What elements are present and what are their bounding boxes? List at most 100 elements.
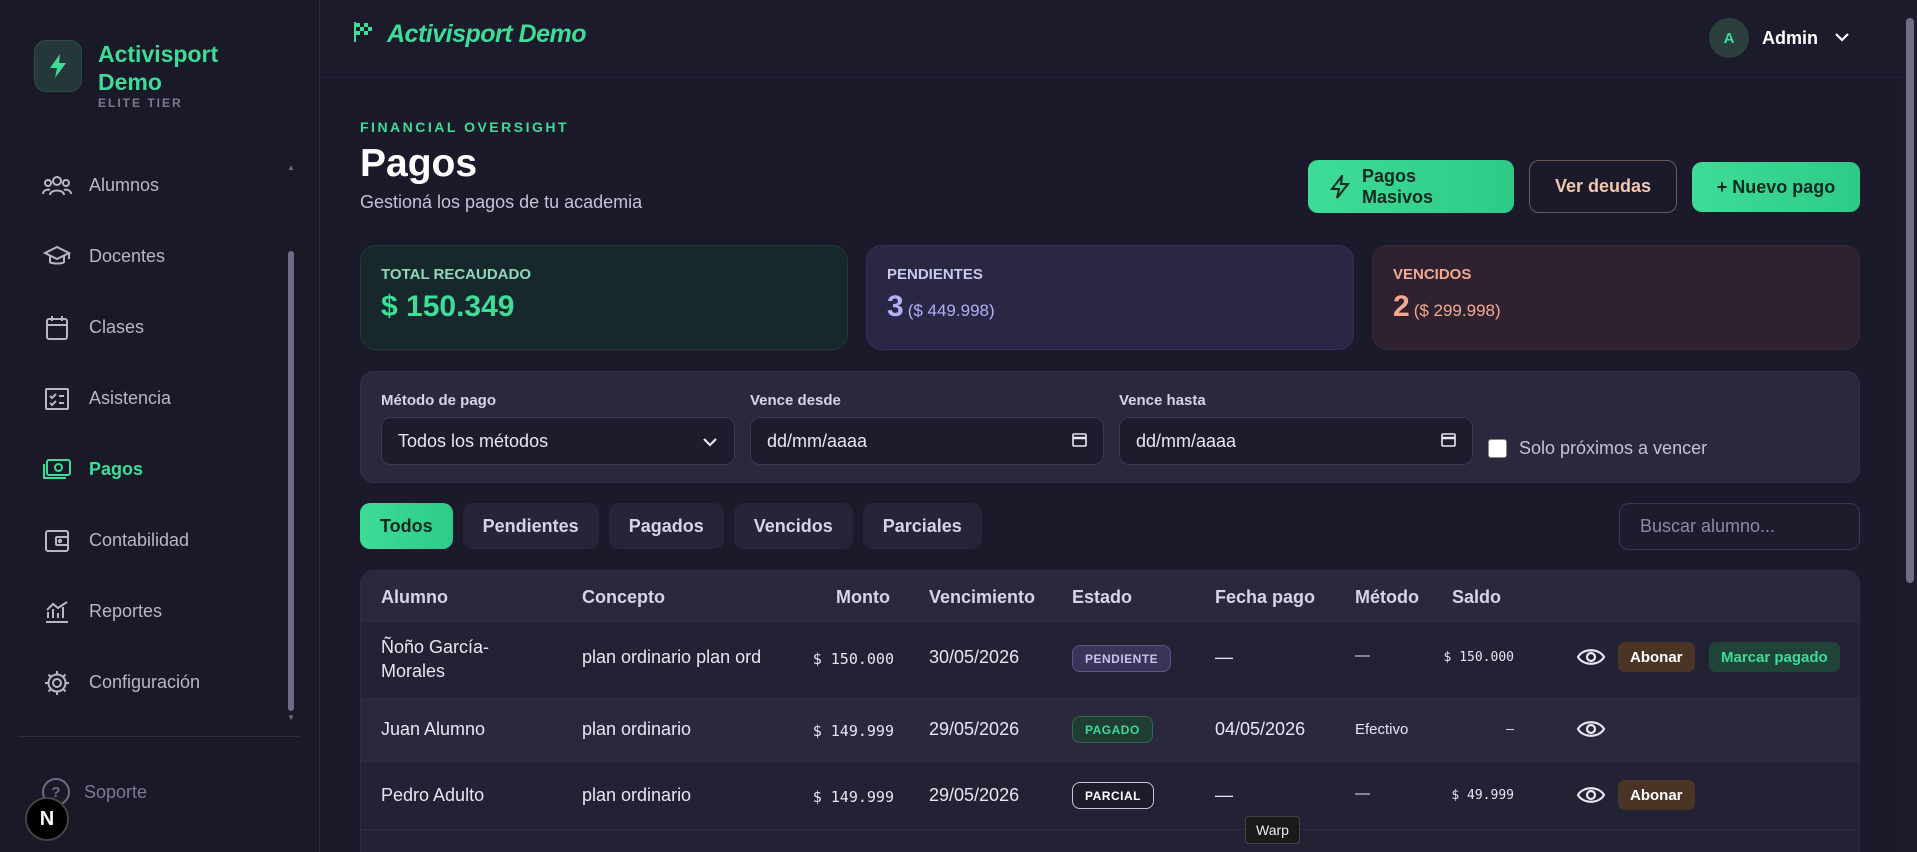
table-header: Alumno Concepto Monto Vencimiento Estado… <box>361 571 1859 623</box>
view-debts-button[interactable]: Ver deudas <box>1529 160 1677 213</box>
column-header[interactable]: Monto <box>836 587 890 608</box>
chevron-down-icon <box>1834 29 1850 47</box>
cell-payment-date: — <box>1215 647 1233 667</box>
brand-name: Activisport Demo <box>98 41 219 95</box>
date-value: dd/mm/aaaa <box>767 430 868 451</box>
pay-partial-button[interactable]: Abonar <box>1618 780 1695 810</box>
topbar-title: Activisport Demo <box>353 20 586 49</box>
eye-icon[interactable] <box>1576 646 1606 673</box>
cell-concept: plan ordinario plan ord <box>582 647 762 667</box>
checklist-icon <box>42 384 72 414</box>
payment-method-select[interactable]: Todos los métodos <box>381 417 735 465</box>
page-actions: Pagos Masivos Ver deudas + Nuevo pago <box>1293 160 1860 213</box>
stat-count: 3 <box>887 290 904 323</box>
new-payment-button[interactable]: + Nuevo pago <box>1692 162 1860 212</box>
tab-pendientes[interactable]: Pendientes <box>462 503 599 549</box>
sidebar-item-label: Contabilidad <box>89 530 190 550</box>
tab-pagados[interactable]: Pagados <box>608 503 724 549</box>
table-row[interactable]: Juan Alumno plan ordinario $ 149.999 29/… <box>361 697 1859 763</box>
stat-overdue: VENCIDOS 2 ($ 299.998) <box>1372 245 1860 350</box>
column-header[interactable]: Vencimiento <box>929 587 1035 608</box>
dev-badge[interactable]: N <box>25 797 69 841</box>
upcoming-due-checkbox[interactable]: Solo próximos a vencer <box>1488 438 1707 459</box>
sidebar-nav: Alumnos Docentes Clases Asistencia Pagos <box>42 150 200 718</box>
column-header[interactable]: Alumno <box>381 587 448 608</box>
app-title: Activisport Demo <box>387 20 586 48</box>
status-badge: PARCIAL <box>1072 782 1154 809</box>
sidebar-scroll-thumb[interactable] <box>288 251 294 711</box>
page-subtitle: Gestioná los pagos de tu academia <box>360 192 643 212</box>
bulk-payments-button[interactable]: Pagos Masivos <box>1308 160 1514 213</box>
table-row[interactable]: Pedro Adulto plan ordinario $ 149.999 29… <box>361 763 1859 829</box>
calendar-icon[interactable] <box>1441 431 1456 452</box>
brand[interactable]: Activisport Demo ELITE TIER <box>34 40 248 110</box>
calendar-icon[interactable] <box>1072 431 1087 452</box>
stat-label: TOTAL RECAUDADO <box>381 266 531 283</box>
scroll-down-icon[interactable]: ▼ <box>287 713 295 722</box>
sidebar-item-label: Pagos <box>89 459 144 479</box>
filter-label: Método de pago <box>381 392 496 409</box>
cell-amount: $ 149.999 <box>812 788 894 806</box>
column-header[interactable]: Concepto <box>582 587 665 608</box>
sidebar-item-configuracion[interactable]: Configuración <box>42 647 200 718</box>
cell-payment-date: — <box>1215 785 1233 805</box>
column-header[interactable]: Fecha pago <box>1215 587 1315 608</box>
column-header[interactable]: Saldo <box>1452 587 1501 608</box>
stat-value: $ 150.349 <box>381 290 515 323</box>
sidebar: Activisport Demo ELITE TIER Alumnos Doce… <box>0 0 320 852</box>
tab-vencidos[interactable]: Vencidos <box>733 503 853 549</box>
cell-method: — <box>1355 647 1370 664</box>
cash-icon <box>42 455 72 485</box>
eye-icon[interactable] <box>1576 784 1606 811</box>
cell-balance: – <box>1506 722 1514 737</box>
column-header[interactable]: Método <box>1355 587 1419 608</box>
status-tabs: Todos Pendientes Pagados Vencidos Parcia… <box>360 503 992 549</box>
student-search-input[interactable]: Buscar alumno... <box>1619 503 1860 550</box>
sidebar-item-label: Reportes <box>89 601 163 621</box>
checkbox-label: Solo próximos a vencer <box>1519 438 1708 458</box>
checkered-flag-icon <box>353 21 373 48</box>
chart-icon <box>42 597 72 627</box>
cell-payment-date: 04/05/2026 <box>1215 719 1306 739</box>
sidebar-item-label: Docentes <box>89 246 166 266</box>
eye-icon[interactable] <box>1576 718 1606 745</box>
sidebar-item-clases[interactable]: Clases <box>42 292 200 363</box>
page-scroll-thumb[interactable] <box>1906 18 1914 583</box>
mark-paid-button[interactable]: Marcar pagado <box>1709 642 1840 672</box>
sidebar-item-docentes[interactable]: Docentes <box>42 221 200 292</box>
stat-value: 2 ($ 299.998) <box>1393 290 1839 324</box>
due-to-date-input[interactable]: dd/mm/aaaa <box>1119 417 1473 465</box>
column-header[interactable]: Estado <box>1072 587 1132 608</box>
sidebar-item-contabilidad[interactable]: Contabilidad <box>42 505 200 576</box>
tab-parciales[interactable]: Parciales <box>862 503 982 549</box>
pay-partial-button[interactable]: Abonar <box>1618 642 1695 672</box>
bulk-payments-label: Pagos Masivos <box>1362 165 1434 207</box>
cell-due-date: 29/05/2026 <box>929 719 1020 739</box>
tab-todos[interactable]: Todos <box>360 503 453 549</box>
date-value: dd/mm/aaaa <box>1136 430 1237 451</box>
sidebar-scrollbar[interactable]: ▲ ▼ <box>286 163 296 723</box>
page-eyebrow: FINANCIAL OVERSIGHT <box>360 119 570 135</box>
cell-due-date: 30/05/2026 <box>929 647 1020 667</box>
sidebar-item-label: Alumnos <box>89 175 160 195</box>
status-badge: PENDIENTE <box>1072 645 1172 672</box>
page-scrollbar[interactable] <box>1902 0 1917 852</box>
status-badge: PAGADO <box>1072 716 1153 743</box>
sidebar-item-reportes[interactable]: Reportes <box>42 576 200 647</box>
stat-label: PENDIENTES <box>887 266 983 283</box>
checkbox-box[interactable] <box>1488 439 1507 458</box>
sidebar-item-pagos[interactable]: Pagos <box>42 434 200 505</box>
cell-method: — <box>1355 785 1370 802</box>
sidebar-item-alumnos[interactable]: Alumnos <box>42 150 200 221</box>
due-from-date-input[interactable]: dd/mm/aaaa <box>750 417 1104 465</box>
filter-due-to: Vence hasta dd/mm/aaaa <box>1119 392 1473 465</box>
table-row[interactable]: Ñoño García-Morales plan ordinario plan … <box>361 623 1859 697</box>
user-menu[interactable]: A Admin <box>1709 18 1850 58</box>
wallet-icon <box>42 526 72 556</box>
chevron-down-icon <box>702 431 718 452</box>
sidebar-item-label: Clases <box>89 317 145 337</box>
scroll-up-icon[interactable]: ▲ <box>287 163 295 172</box>
filter-due-from: Vence desde dd/mm/aaaa <box>750 392 1104 465</box>
sidebar-item-asistencia[interactable]: Asistencia <box>42 363 200 434</box>
stat-label: VENCIDOS <box>1393 266 1472 283</box>
